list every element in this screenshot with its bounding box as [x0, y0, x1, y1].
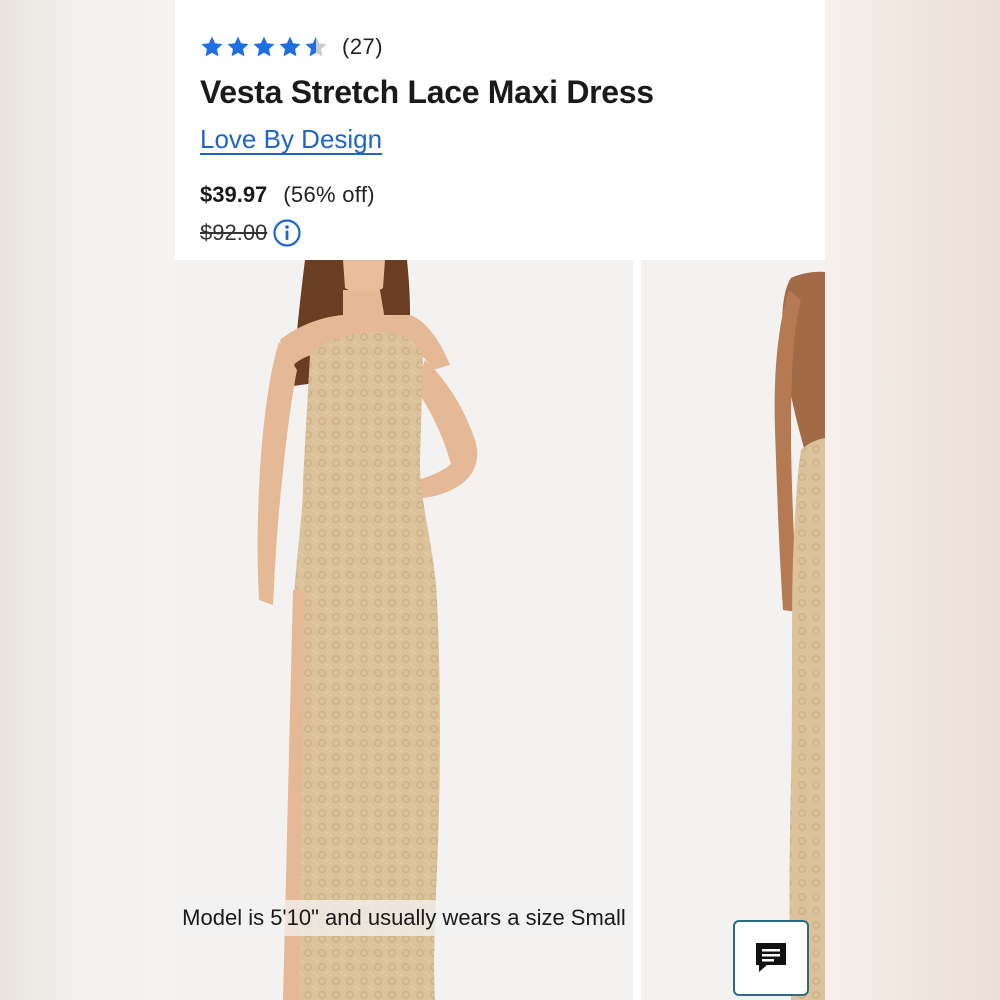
original-price-row: $92.00: [200, 218, 302, 248]
model-back-illustration: [774, 271, 825, 1000]
background-right: [825, 0, 1000, 1000]
review-count[interactable]: (27): [342, 34, 383, 60]
star-icon: [253, 36, 275, 57]
star-rating: [200, 35, 328, 59]
product-title: Vesta Stretch Lace Maxi Dress: [200, 74, 654, 110]
brand-link[interactable]: Love By Design: [200, 124, 382, 155]
model-front-image[interactable]: Model is 5'10" and usually wears a size …: [175, 260, 633, 1000]
star-icon: [227, 36, 249, 57]
info-icon[interactable]: [272, 218, 302, 248]
price-row: $39.97 (56% off): [200, 182, 375, 208]
background-left: [0, 0, 175, 1000]
rating-row[interactable]: (27): [200, 32, 383, 62]
product-screen: (27) Vesta Stretch Lace Maxi Dress Love …: [175, 0, 825, 1000]
image-gallery[interactable]: Model is 5'10" and usually wears a size …: [175, 260, 825, 1000]
chat-icon: [756, 943, 786, 972]
sale-price: $39.97: [200, 182, 268, 207]
model-size-caption: Model is 5'10" and usually wears a size …: [175, 900, 633, 936]
model-illustration: [257, 260, 478, 1000]
chat-button[interactable]: [733, 920, 809, 996]
original-price: $92.00: [200, 220, 268, 245]
star-icon: [201, 36, 223, 57]
half-star-icon: [305, 36, 327, 57]
star-icon: [279, 36, 301, 57]
model-back-image[interactable]: [641, 260, 825, 1000]
discount-label: (56% off): [283, 182, 375, 207]
